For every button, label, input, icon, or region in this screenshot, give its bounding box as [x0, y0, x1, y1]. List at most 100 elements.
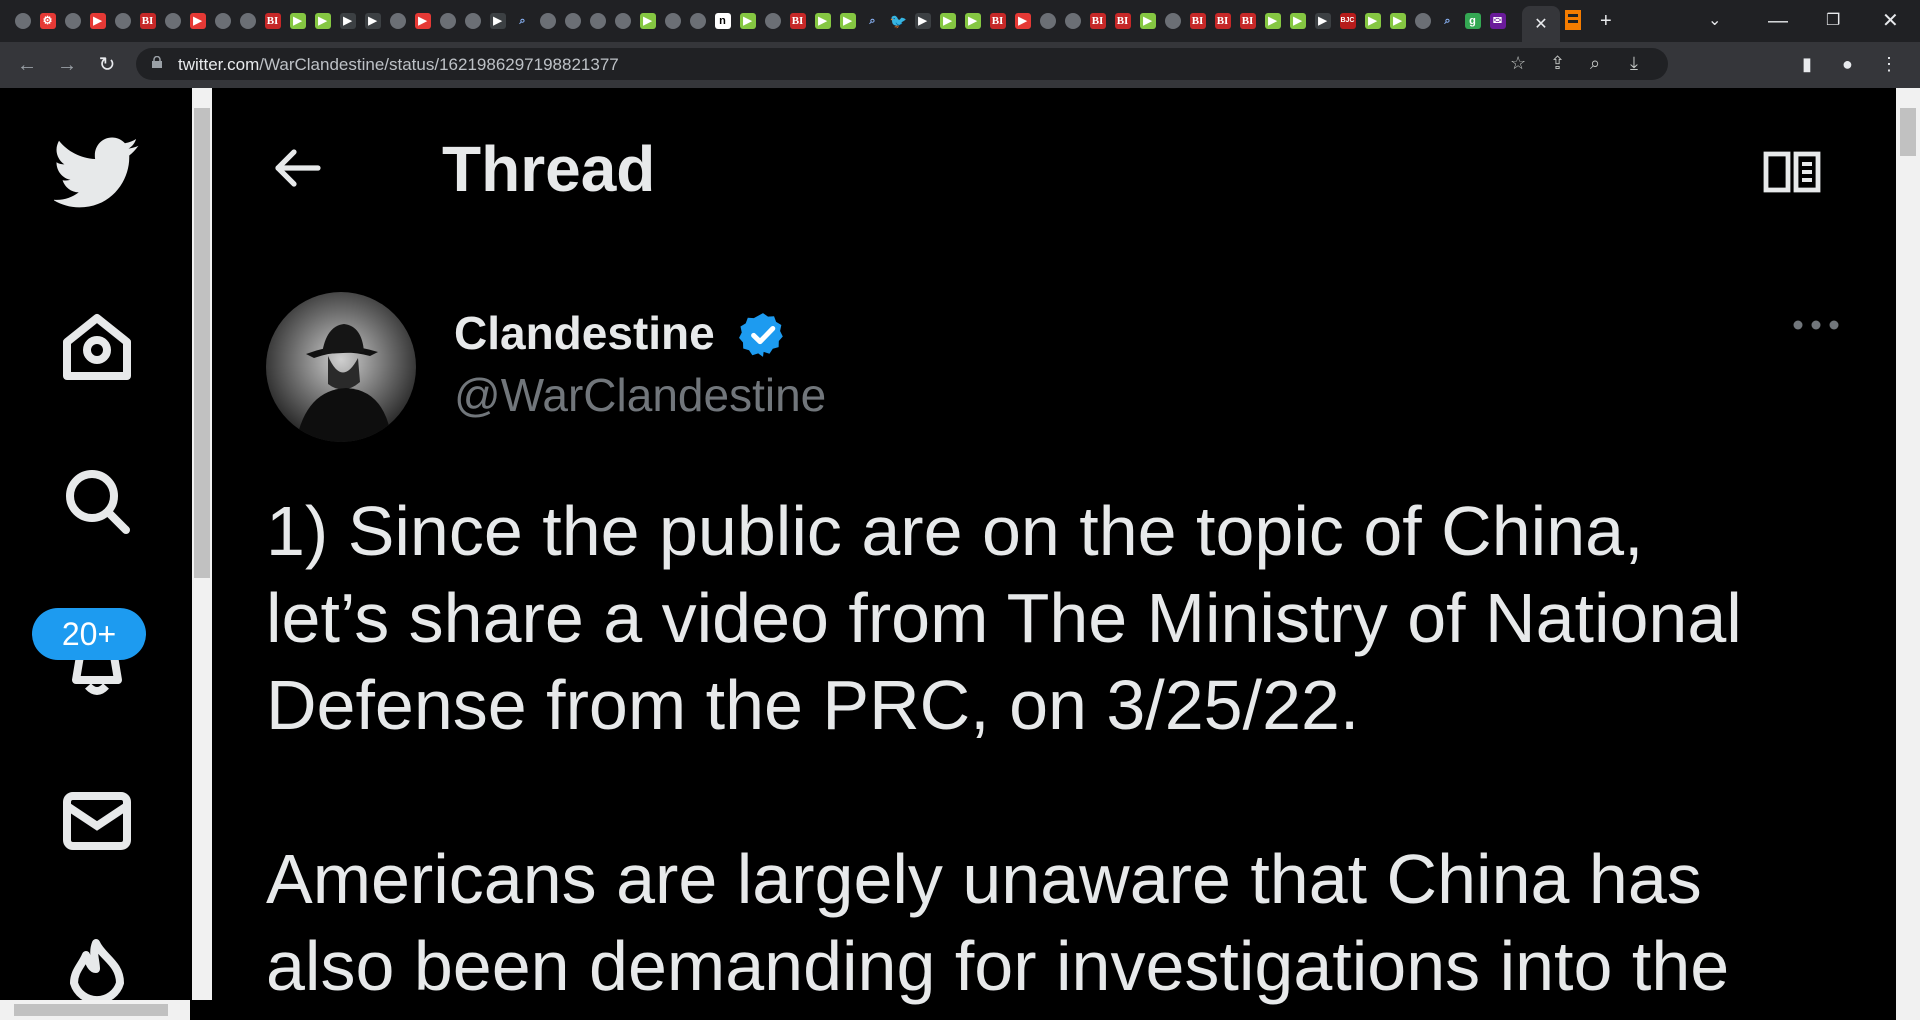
youtube-icon: ▶: [1014, 13, 1031, 29]
notification-badge[interactable]: 20+: [32, 608, 146, 660]
tab-17[interactable]: [435, 10, 460, 32]
tab-31[interactable]: BI: [785, 10, 810, 32]
tab-30[interactable]: [760, 10, 785, 32]
page-scrollbar[interactable]: [1896, 88, 1920, 1020]
home-icon[interactable]: [52, 302, 142, 392]
tab-37[interactable]: ▶: [935, 10, 960, 32]
tab-1[interactable]: ⚙: [35, 10, 60, 32]
address-bar[interactable]: twitter.com/WarClandestine/status/162198…: [136, 48, 1668, 80]
tab-40[interactable]: ▶: [1010, 10, 1035, 32]
profile-icon[interactable]: ●: [1842, 54, 1853, 75]
tab-11[interactable]: ▶: [285, 10, 310, 32]
tab-3[interactable]: ▶: [85, 10, 110, 32]
tab-48[interactable]: BI: [1210, 10, 1235, 32]
horizontal-scroll-thumb[interactable]: [14, 1004, 168, 1016]
tab-27[interactable]: [685, 10, 710, 32]
tab-23[interactable]: [585, 10, 610, 32]
search-icon[interactable]: [52, 456, 142, 546]
menu-kebab-icon[interactable]: ⋮: [1880, 54, 1898, 75]
tab-50[interactable]: ▶: [1260, 10, 1285, 32]
page-scroll-thumb[interactable]: [1900, 108, 1916, 156]
tab-59[interactable]: ✉: [1485, 10, 1510, 32]
display-name[interactable]: Clandestine: [454, 306, 715, 360]
tab-54[interactable]: ▶: [1360, 10, 1385, 32]
tab-21[interactable]: [535, 10, 560, 32]
tab-24[interactable]: [610, 10, 635, 32]
avatar[interactable]: [266, 292, 416, 442]
horizontal-scrollbar[interactable]: [0, 1000, 190, 1020]
tab-9[interactable]: [235, 10, 260, 32]
reader-mode-button[interactable]: [1762, 148, 1822, 201]
tab-5[interactable]: BI: [135, 10, 160, 32]
tab-45[interactable]: ▶: [1135, 10, 1160, 32]
tab-6[interactable]: [160, 10, 185, 32]
tab-38[interactable]: ▶: [960, 10, 985, 32]
tab-16[interactable]: ▶: [410, 10, 435, 32]
user-handle[interactable]: @WarClandestine: [454, 368, 826, 422]
tab-0[interactable]: [10, 10, 35, 32]
tab-47[interactable]: BI: [1185, 10, 1210, 32]
tab-42[interactable]: [1060, 10, 1085, 32]
tab-29[interactable]: ▶: [735, 10, 760, 32]
verified-badge-icon[interactable]: [738, 310, 788, 365]
tab-56[interactable]: [1410, 10, 1435, 32]
tab-14[interactable]: ▶: [360, 10, 385, 32]
active-tab[interactable]: ✕: [1522, 6, 1560, 42]
twitter-logo-icon[interactable]: [52, 128, 142, 218]
new-tab-icon[interactable]: +: [1600, 9, 1612, 33]
url-text[interactable]: twitter.com/WarClandestine/status/162198…: [178, 55, 619, 75]
tab-52[interactable]: ▶: [1310, 10, 1335, 32]
install-app-icon[interactable]: ⤓: [1630, 53, 1638, 74]
tab-32[interactable]: ▶: [810, 10, 835, 32]
share-icon[interactable]: ⇪: [1550, 53, 1565, 74]
tab-28[interactable]: n: [710, 10, 735, 32]
tab-34[interactable]: ⌕: [860, 10, 885, 32]
tab-7[interactable]: ▶: [185, 10, 210, 32]
tab-18[interactable]: [460, 10, 485, 32]
tab-15[interactable]: [385, 10, 410, 32]
tab-39[interactable]: BI: [985, 10, 1010, 32]
tab-search-icon[interactable]: ⌄: [1708, 9, 1721, 33]
tab-46[interactable]: [1160, 10, 1185, 32]
window-close-icon[interactable]: ✕: [1882, 9, 1899, 33]
tab-4[interactable]: [110, 10, 135, 32]
forward-arrow-icon[interactable]: →: [54, 52, 80, 78]
tab-43[interactable]: BI: [1085, 10, 1110, 32]
bookmark-tab-icon[interactable]: [1564, 9, 1582, 37]
tab-44[interactable]: BI: [1110, 10, 1135, 32]
tab-55[interactable]: ▶: [1385, 10, 1410, 32]
tab-13[interactable]: ▶: [335, 10, 360, 32]
restore-icon[interactable]: ❐: [1826, 9, 1840, 33]
tab-41[interactable]: [1035, 10, 1060, 32]
lock-icon[interactable]: [152, 56, 162, 68]
bookmark-star-icon[interactable]: ☆: [1510, 53, 1526, 74]
side-panel-icon[interactable]: ▮: [1802, 54, 1812, 75]
tab-8[interactable]: [210, 10, 235, 32]
close-tab-icon[interactable]: ✕: [1534, 14, 1547, 34]
back-arrow-icon[interactable]: ←: [14, 52, 40, 78]
tab-49[interactable]: BI: [1235, 10, 1260, 32]
tab-10[interactable]: BI: [260, 10, 285, 32]
tab-36[interactable]: ▶: [910, 10, 935, 32]
tab-19[interactable]: ▶: [485, 10, 510, 32]
more-options-button[interactable]: [1792, 318, 1840, 337]
messages-icon[interactable]: [52, 776, 142, 866]
tab-20[interactable]: ⌕: [510, 10, 535, 32]
tab-25[interactable]: ▶: [635, 10, 660, 32]
tab-12[interactable]: ▶: [310, 10, 335, 32]
reload-icon[interactable]: ↻: [94, 52, 120, 78]
nav-scrollbar[interactable]: [192, 88, 212, 1000]
back-button[interactable]: [268, 138, 328, 198]
tab-51[interactable]: ▶: [1285, 10, 1310, 32]
nav-scroll-thumb[interactable]: [194, 108, 210, 578]
tab-33[interactable]: ▶: [835, 10, 860, 32]
tab-57[interactable]: ⌕: [1435, 10, 1460, 32]
minimize-icon[interactable]: —: [1768, 9, 1788, 33]
zoom-icon[interactable]: ⌕: [1590, 53, 1600, 74]
tab-22[interactable]: [560, 10, 585, 32]
tab-2[interactable]: [60, 10, 85, 32]
tab-53[interactable]: BJC: [1335, 10, 1360, 32]
tab-35[interactable]: 🐦: [885, 10, 910, 32]
tab-26[interactable]: [660, 10, 685, 32]
tab-58[interactable]: g: [1460, 10, 1485, 32]
